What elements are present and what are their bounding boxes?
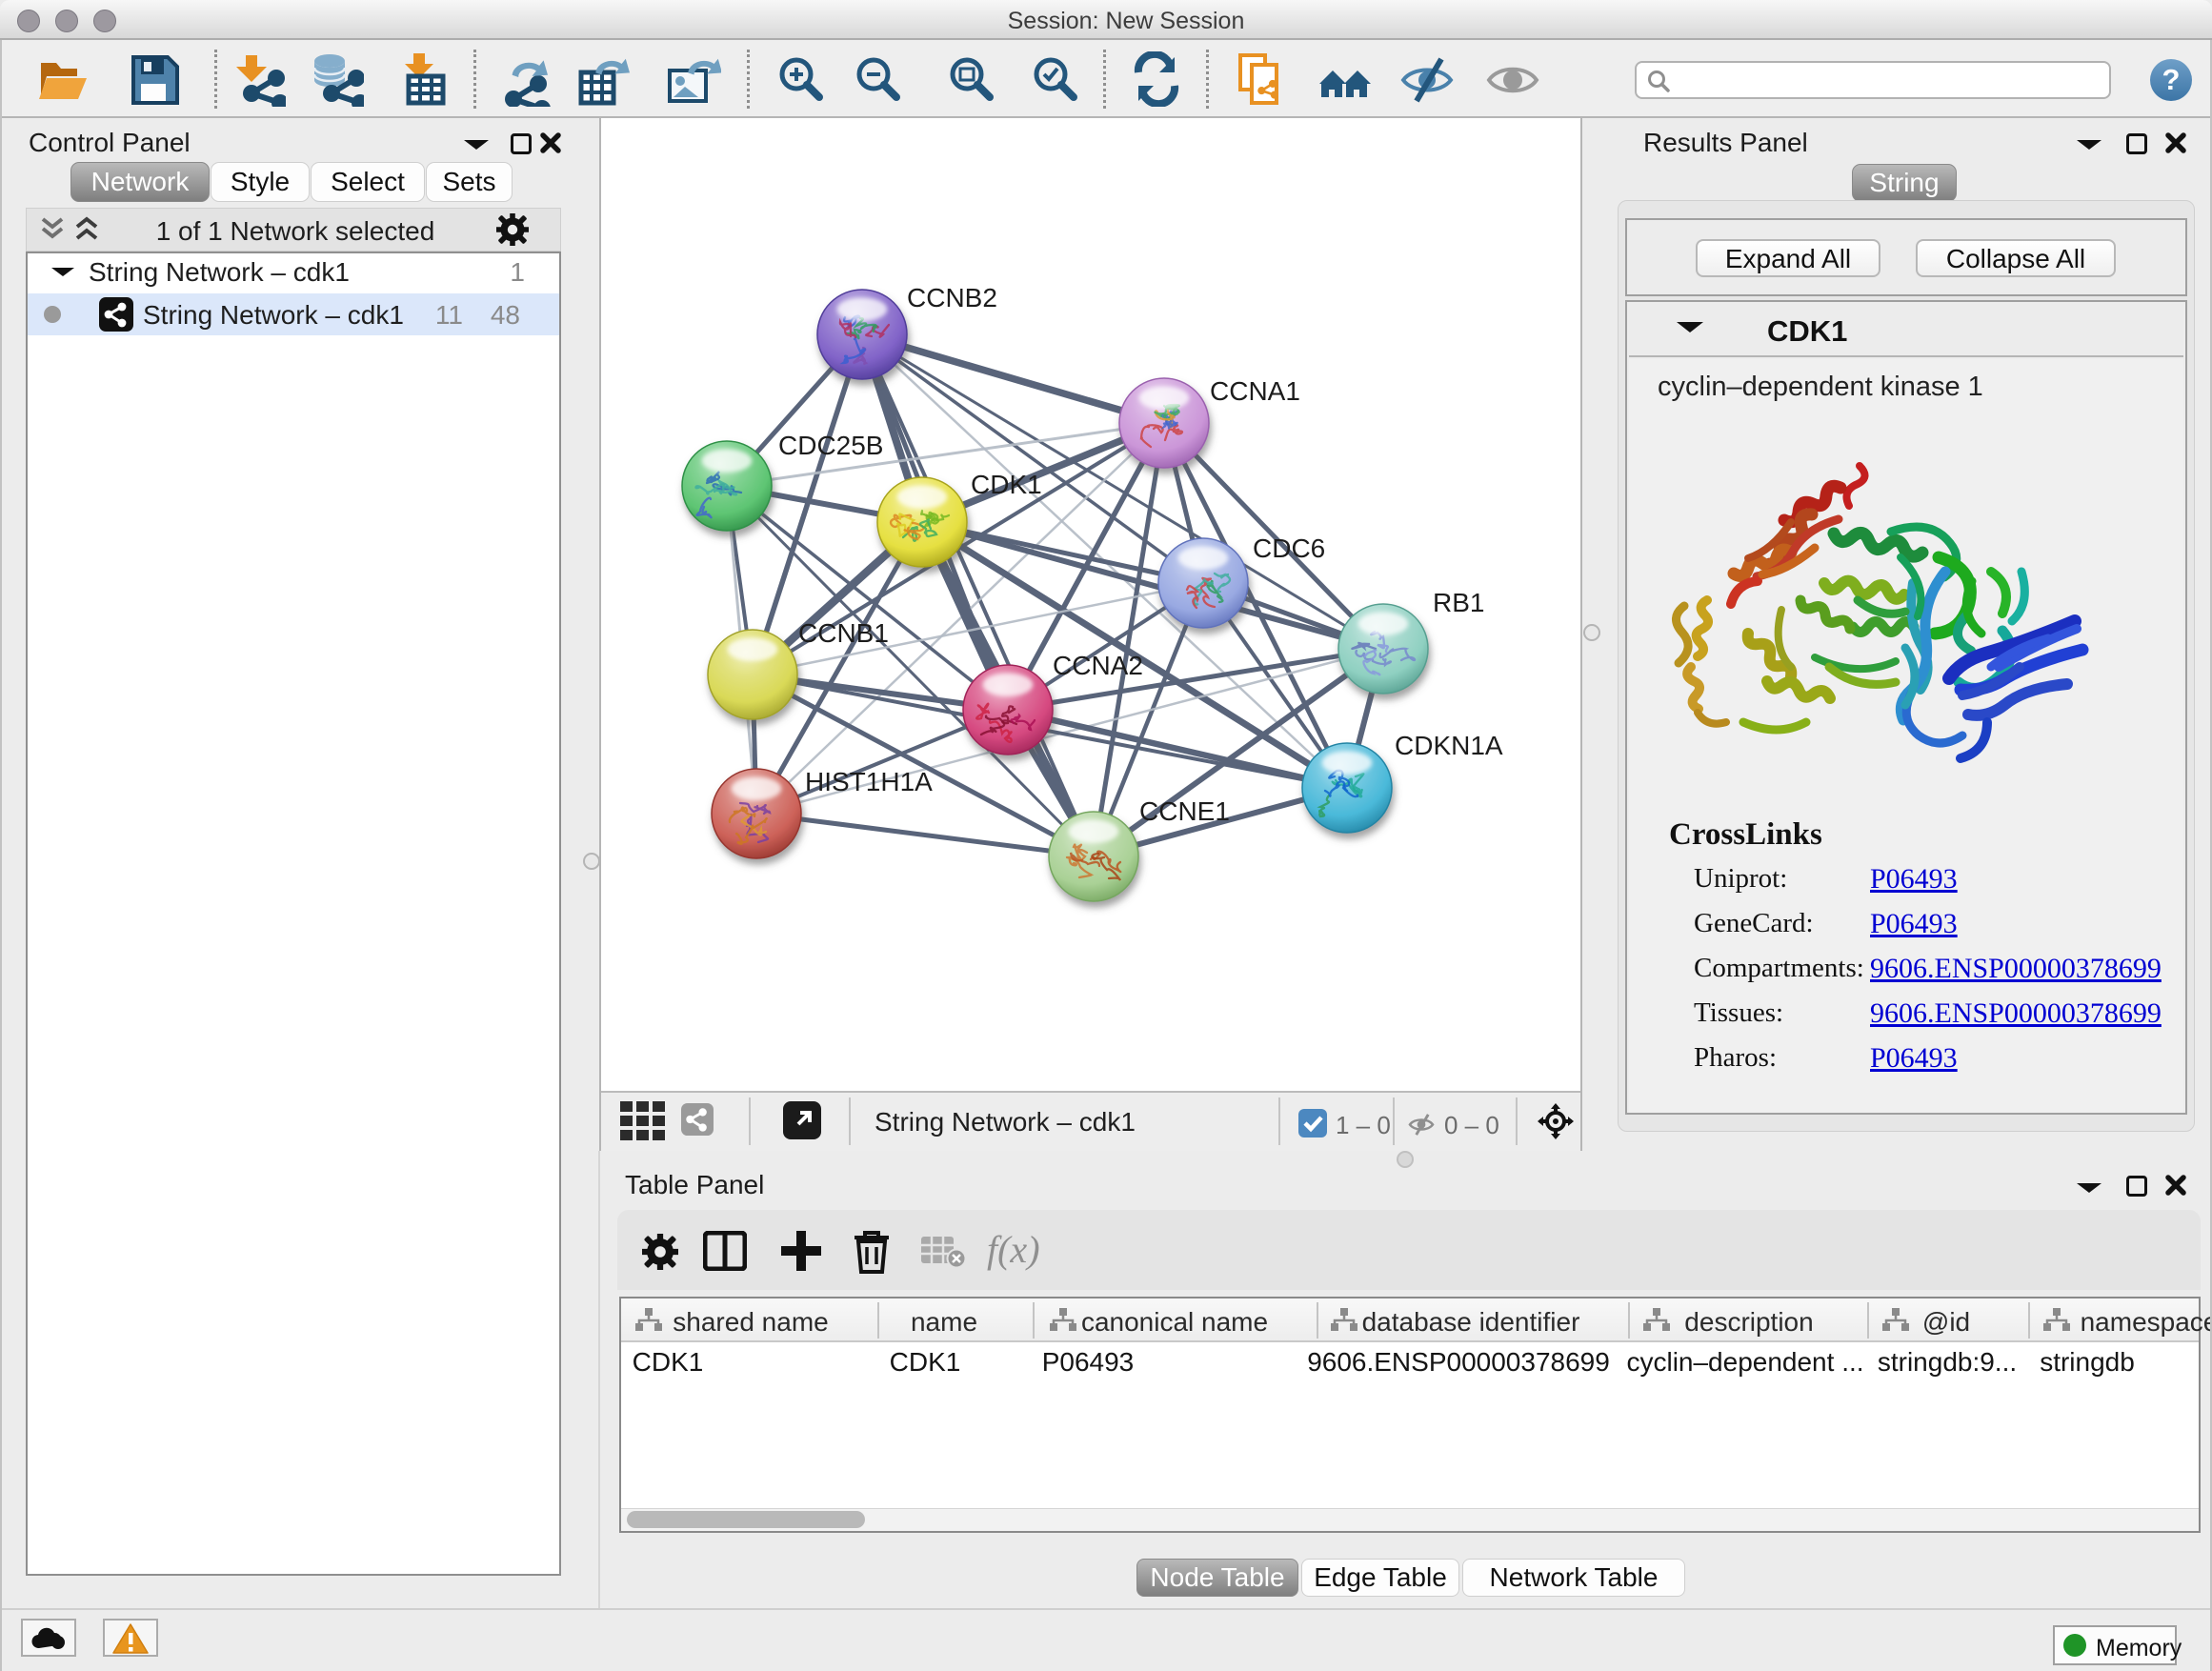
- svg-text:CCNE1: CCNE1: [1139, 796, 1230, 826]
- svg-text:CCNB2: CCNB2: [907, 283, 997, 312]
- svg-text:CCNA1: CCNA1: [1210, 376, 1300, 406]
- svg-text:CDC25B: CDC25B: [778, 431, 883, 460]
- svg-text:CDC6: CDC6: [1253, 534, 1325, 563]
- svg-text:RB1: RB1: [1433, 588, 1484, 617]
- svg-text:CCNA2: CCNA2: [1053, 651, 1143, 680]
- svg-text:HIST1H1A: HIST1H1A: [805, 767, 933, 796]
- svg-text:CCNB1: CCNB1: [798, 618, 889, 648]
- svg-text:CDKN1A: CDKN1A: [1395, 731, 1503, 760]
- svg-text:CDK1: CDK1: [971, 470, 1042, 499]
